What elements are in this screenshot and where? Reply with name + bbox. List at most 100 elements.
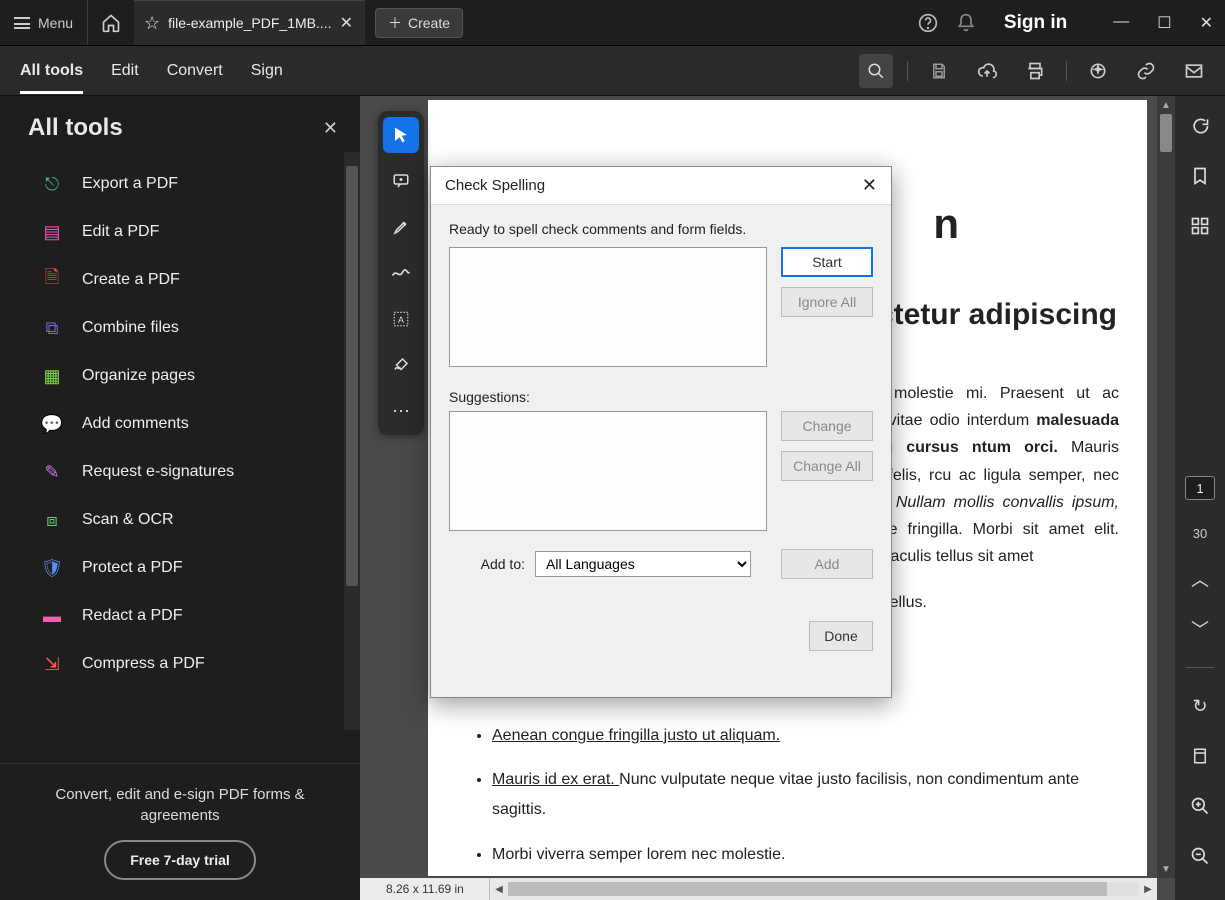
suggestions-list[interactable]	[449, 411, 767, 531]
tool-create-pdf[interactable]: 🗎Create a PDF	[0, 256, 360, 304]
addto-label: Add to:	[453, 556, 525, 572]
home-button[interactable]	[88, 13, 134, 33]
cloud-upload-icon[interactable]	[970, 54, 1004, 88]
page-number-input[interactable]: 1	[1185, 476, 1215, 500]
tab-all-tools[interactable]: All tools	[20, 50, 83, 92]
minimize-button[interactable]: —	[1113, 13, 1129, 33]
zoom-out-icon[interactable]	[1188, 844, 1212, 868]
more-tools[interactable]: ⋯	[383, 393, 419, 429]
sign-tool[interactable]	[383, 347, 419, 383]
change-button[interactable]: Change	[781, 411, 873, 441]
rotate-icon[interactable]: ↻	[1188, 694, 1212, 718]
hscroll-right-icon[interactable]: ▶	[1139, 884, 1157, 895]
sidebar-footer: Convert, edit and e-sign PDF forms & agr…	[0, 763, 360, 900]
dialog-close-icon[interactable]: ✕	[862, 175, 877, 196]
dialog-header: Check Spelling ✕	[431, 167, 891, 205]
tab-edit[interactable]: Edit	[111, 50, 139, 92]
scan-icon: ⧈	[40, 508, 64, 532]
page-view-icon[interactable]	[1188, 744, 1212, 768]
addto-select[interactable]: All Languages	[535, 551, 751, 577]
word-input[interactable]	[449, 247, 767, 367]
hscroll-thumb[interactable]	[508, 882, 1107, 896]
ignore-all-button[interactable]: Ignore All	[781, 287, 873, 317]
tool-protect-pdf[interactable]: 🛡Protect a PDF	[0, 544, 360, 592]
dialog-title: Check Spelling	[445, 177, 545, 194]
horizontal-scrollbar[interactable]: ◀ ▶	[490, 878, 1157, 900]
zoom-in-icon[interactable]	[1188, 794, 1212, 818]
add-button[interactable]: Add	[781, 549, 873, 579]
quick-toolbar: A ⋯	[378, 111, 424, 435]
help-icon[interactable]	[918, 13, 938, 33]
select-tool[interactable]	[383, 117, 419, 153]
list-item: Morbi viverra semper lorem nec molestie.	[492, 840, 1119, 870]
page-size-label: 8.26 x 11.69 in	[360, 878, 490, 900]
sidebar-scrollbar[interactable]	[344, 152, 360, 730]
tab-convert[interactable]: Convert	[167, 50, 223, 92]
tool-edit-pdf[interactable]: ▤Edit a PDF	[0, 208, 360, 256]
suggestions-label: Suggestions:	[449, 389, 873, 405]
thumbnails-icon[interactable]	[1188, 214, 1212, 238]
highlight-tool[interactable]	[383, 209, 419, 245]
esign-icon: ✎	[40, 460, 64, 484]
start-button[interactable]: Start	[781, 247, 873, 277]
combine-icon: ⧉	[40, 316, 64, 340]
tab-title: file-example_PDF_1MB....	[168, 15, 331, 31]
hscroll-left-icon[interactable]: ◀	[490, 884, 508, 895]
plus-icon: ＋	[388, 13, 402, 33]
redact-icon: ▬	[40, 604, 64, 628]
tool-request-esign[interactable]: ✎Request e-signatures	[0, 448, 360, 496]
tool-scan-ocr[interactable]: ⧈Scan & OCR	[0, 496, 360, 544]
tab-close-icon[interactable]: ✕	[340, 13, 353, 33]
scroll-down-icon[interactable]: ▼	[1157, 860, 1175, 878]
home-icon	[101, 13, 121, 33]
print-icon[interactable]	[1018, 54, 1052, 88]
trial-button[interactable]: Free 7-day trial	[104, 840, 256, 880]
tool-compress-pdf[interactable]: ⇲Compress a PDF	[0, 640, 360, 688]
search-icon[interactable]	[859, 54, 893, 88]
change-all-button[interactable]: Change All	[781, 451, 873, 481]
vertical-scrollbar[interactable]: ▲ ▼	[1157, 96, 1175, 878]
link-icon[interactable]	[1129, 54, 1163, 88]
page-down-icon[interactable]: ﹀	[1188, 617, 1212, 641]
comment-tool[interactable]	[383, 163, 419, 199]
scroll-thumb[interactable]	[1160, 114, 1172, 152]
comments-panel-icon[interactable]	[1188, 114, 1212, 138]
ai-assistant-icon[interactable]	[1081, 54, 1115, 88]
tab-sign[interactable]: Sign	[251, 50, 283, 92]
titlebar-right: Sign in — ☐ ✕	[918, 12, 1225, 34]
dialog-hint: Ready to spell check comments and form f…	[449, 221, 873, 237]
bookmarks-icon[interactable]	[1188, 164, 1212, 188]
close-window-button[interactable]: ✕	[1200, 13, 1213, 33]
signin-button[interactable]: Sign in	[1004, 12, 1067, 34]
save-icon[interactable]	[922, 54, 956, 88]
document-area: n ctetur adipiscing ngue molestie mi. Pr…	[360, 96, 1175, 900]
tool-redact-pdf[interactable]: ▬Redact a PDF	[0, 592, 360, 640]
maximize-button[interactable]: ☐	[1157, 13, 1171, 33]
document-tab[interactable]: ☆ file-example_PDF_1MB.... ✕	[134, 0, 365, 45]
tool-combine-files[interactable]: ⧉Combine files	[0, 304, 360, 352]
create-button[interactable]: ＋ Create	[375, 8, 463, 38]
tool-export-pdf[interactable]: ⎋Export a PDF	[0, 160, 360, 208]
tool-list: ⎋Export a PDF ▤Edit a PDF 🗎Create a PDF …	[0, 152, 360, 763]
mail-icon[interactable]	[1177, 54, 1211, 88]
tool-organize-pages[interactable]: ▦Organize pages	[0, 352, 360, 400]
tool-add-comments[interactable]: 💬Add comments	[0, 400, 360, 448]
draw-tool[interactable]	[383, 255, 419, 291]
done-button[interactable]: Done	[809, 621, 873, 651]
scroll-up-icon[interactable]: ▲	[1157, 96, 1175, 114]
sidebar-scrollthumb[interactable]	[346, 166, 358, 586]
page-up-icon[interactable]: ︿	[1188, 567, 1212, 591]
export-icon: ⎋	[40, 172, 64, 196]
textselect-tool[interactable]: A	[383, 301, 419, 337]
edit-icon: ▤	[40, 220, 64, 244]
toolbar-icons	[859, 54, 1225, 88]
sidebar-title: All tools	[28, 114, 123, 142]
bell-icon[interactable]	[956, 13, 976, 33]
create-label: Create	[408, 15, 450, 31]
right-rail: 1 30 ︿ ﹀ ↻	[1175, 96, 1225, 900]
sidebar-close-icon[interactable]: ✕	[323, 118, 338, 139]
menu-button[interactable]: Menu	[0, 0, 88, 45]
content: All tools ✕ ⎋Export a PDF ▤Edit a PDF 🗎C…	[0, 96, 1225, 900]
organize-icon: ▦	[40, 364, 64, 388]
page-total: 30	[1193, 526, 1207, 541]
